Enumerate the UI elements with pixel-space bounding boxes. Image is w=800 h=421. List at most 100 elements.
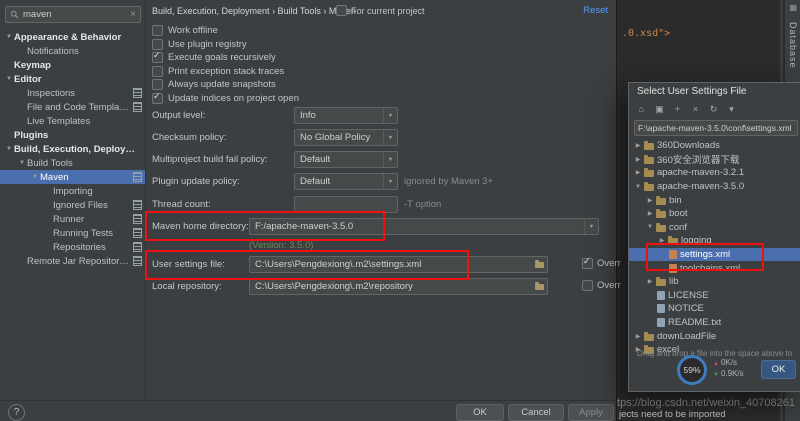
- chevron-down-icon[interactable]: ▼: [4, 146, 14, 152]
- tree-item-license[interactable]: LICENSE: [629, 289, 800, 303]
- checkbox-use-plugin-registry[interactable]: Use plugin registry: [152, 38, 299, 52]
- sidebar-item-ignored-files[interactable]: Ignored Files: [0, 198, 145, 212]
- desktop-icon[interactable]: ▣: [653, 102, 666, 116]
- settings-sidebar: maven ▼Appearance & BehaviorNotification…: [0, 0, 146, 400]
- sidebar-item-keymap[interactable]: Keymap: [0, 58, 145, 72]
- checkbox-box[interactable]: [152, 79, 163, 91]
- sidebar-item-remote-jar-repositories[interactable]: Remote Jar Repositories: [0, 254, 145, 268]
- browse-folder-icon[interactable]: [535, 260, 544, 268]
- chevron-right-icon[interactable]: ▶: [645, 278, 655, 285]
- tree-item-notice[interactable]: NOTICE: [629, 302, 800, 316]
- checkbox-box[interactable]: [152, 91, 163, 104]
- browse-folder-icon[interactable]: [535, 282, 544, 290]
- sidebar-item-plugins[interactable]: Plugins: [0, 128, 145, 142]
- tree-item-toolchains-xml[interactable]: toolchains.xml: [629, 261, 800, 275]
- reset-link[interactable]: Reset: [583, 5, 608, 16]
- user-settings-value: C:\Users\Pengdexiong\.m2\settings.xml: [255, 259, 422, 270]
- tool-window-database-button[interactable]: Database: [788, 22, 798, 69]
- sidebar-item-build-execution-deployment[interactable]: ▼ Build, Execution, Deployment: [0, 142, 145, 156]
- user-settings-override[interactable]: Overr: [582, 256, 621, 269]
- folder-icon: [644, 141, 654, 151]
- tree-item-lib[interactable]: ▶ lib: [629, 275, 800, 289]
- chevron-down-icon[interactable]: ▼: [17, 160, 27, 166]
- chevron-right-icon[interactable]: ▶: [645, 197, 655, 204]
- maven-home-combo[interactable]: F:/apache-maven-3.5.0: [249, 218, 599, 235]
- sidebar-item-running-tests[interactable]: Running Tests: [0, 226, 145, 240]
- tree-item-readme-txt[interactable]: README.txt: [629, 316, 800, 330]
- chevron-down-icon[interactable]: ▼: [30, 174, 40, 180]
- tree-item-360[interactable]: ▶ 360安全浏览器下载: [629, 153, 800, 166]
- ok-button[interactable]: OK: [456, 404, 504, 421]
- chevron-down-icon[interactable]: ▼: [633, 184, 643, 190]
- checkbox-box[interactable]: [152, 38, 163, 50]
- sidebar-item-inspections[interactable]: Inspections: [0, 86, 145, 100]
- sidebar-item-importing[interactable]: Importing: [0, 184, 145, 198]
- chevron-down-icon[interactable]: ▼: [4, 34, 14, 40]
- chevron-right-icon[interactable]: ▶: [633, 156, 643, 163]
- checkbox-print-exception-stack-traces[interactable]: Print exception stack traces: [152, 65, 299, 79]
- thread-count-input[interactable]: [294, 196, 398, 213]
- user-settings-input[interactable]: C:\Users\Pengdexiong\.m2\settings.xml: [249, 256, 548, 273]
- multiproject-fail-combo[interactable]: Default: [294, 151, 398, 168]
- cancel-button[interactable]: Cancel: [508, 404, 564, 421]
- delete-icon[interactable]: ×: [689, 102, 702, 116]
- chevron-right-icon[interactable]: ▶: [645, 210, 655, 217]
- checkbox-execute-goals-recursively[interactable]: Execute goals recursively: [152, 50, 299, 65]
- clear-search-icon[interactable]: [130, 7, 136, 22]
- user-settings-override-box[interactable]: [582, 256, 593, 269]
- checkbox-box[interactable]: [152, 50, 163, 64]
- tree-item-label: toolchains.xml: [680, 262, 741, 274]
- checksum-policy-combo[interactable]: No Global Policy: [294, 129, 398, 146]
- sidebar-item-repositories[interactable]: Repositories: [0, 240, 145, 254]
- for-current-project-checkbox[interactable]: For current project: [336, 5, 425, 16]
- settings-page-icon: [133, 214, 142, 224]
- home-icon[interactable]: ⌂: [635, 102, 648, 116]
- tree-item-apache-maven-3-5-0[interactable]: ▼ apache-maven-3.5.0: [629, 180, 800, 194]
- checkbox-work-offline[interactable]: Work offline: [152, 24, 299, 38]
- sidebar-item-notifications[interactable]: Notifications: [0, 44, 145, 58]
- tool-windows-grid-icon[interactable]: [789, 3, 797, 12]
- sidebar-item-editor[interactable]: ▼ Editor: [0, 72, 145, 86]
- chevron-right-icon[interactable]: ▶: [633, 333, 643, 340]
- chevron-right-icon[interactable]: ▶: [657, 237, 667, 244]
- checkbox-box[interactable]: [152, 65, 163, 77]
- tree-item-boot[interactable]: ▶ boot: [629, 207, 800, 221]
- help-button[interactable]: ?: [8, 404, 25, 421]
- sidebar-item-runner[interactable]: Runner: [0, 212, 145, 226]
- sidebar-item-build-tools[interactable]: ▼ Build Tools: [0, 156, 145, 170]
- checkbox-always-update-snapshots[interactable]: Always update snapshots: [152, 78, 299, 92]
- new-folder-icon[interactable]: +: [671, 102, 684, 116]
- local-repository-override-box[interactable]: [582, 280, 593, 291]
- output-level-combo[interactable]: Info: [294, 107, 398, 124]
- chevron-down-icon[interactable]: ▼: [645, 224, 655, 230]
- local-repository-input[interactable]: C:\Users\Pengdexiong\.m2\repository: [249, 278, 548, 295]
- chevron-down-icon[interactable]: ▼: [4, 76, 14, 82]
- chevron-right-icon[interactable]: ▶: [633, 169, 643, 176]
- tree-item-apache-maven-3-2-1[interactable]: ▶ apache-maven-3.2.1: [629, 166, 800, 180]
- settings-search-field[interactable]: maven: [5, 6, 141, 23]
- sidebar-item-appearance-behavior[interactable]: ▼ Appearance & Behavior: [0, 30, 145, 44]
- chooser-ok-button[interactable]: OK: [761, 360, 796, 379]
- file-icon: [657, 290, 665, 300]
- collapse-all-icon[interactable]: ▾: [725, 102, 738, 116]
- tree-item-logging[interactable]: ▶ logging: [629, 234, 800, 248]
- plugin-update-combo[interactable]: Default: [294, 173, 398, 190]
- checkbox-box[interactable]: [152, 25, 163, 37]
- checkbox-update-indices-on-project-open[interactable]: Update indices on project open: [152, 91, 299, 106]
- sidebar-item-maven[interactable]: ▼ Maven: [0, 170, 145, 184]
- tree-item-bin[interactable]: ▶ bin: [629, 193, 800, 207]
- tree-item-settings-xml[interactable]: settings.xml: [629, 247, 800, 262]
- chooser-path-input[interactable]: F:\apache-maven-3.5.0\conf\settings.xml: [634, 120, 798, 136]
- tree-item-conf[interactable]: ▼ conf: [629, 221, 800, 235]
- apply-button[interactable]: Apply: [568, 404, 614, 421]
- tree-item-360downloads[interactable]: ▶ 360Downloads: [629, 139, 800, 153]
- settings-page-icon: [133, 102, 142, 112]
- sidebar-item-live-templates[interactable]: Live Templates: [0, 114, 145, 128]
- tree-item-downloadfile[interactable]: ▶ downLoadFile: [629, 329, 800, 343]
- refresh-icon[interactable]: ↻: [707, 102, 720, 116]
- chevron-down-icon: [584, 219, 598, 234]
- chevron-right-icon[interactable]: ▶: [633, 142, 643, 149]
- local-repository-override[interactable]: Overr: [582, 280, 621, 291]
- for-current-project-box[interactable]: [336, 5, 347, 16]
- sidebar-item-file-and-code-templates[interactable]: File and Code Templates: [0, 100, 145, 114]
